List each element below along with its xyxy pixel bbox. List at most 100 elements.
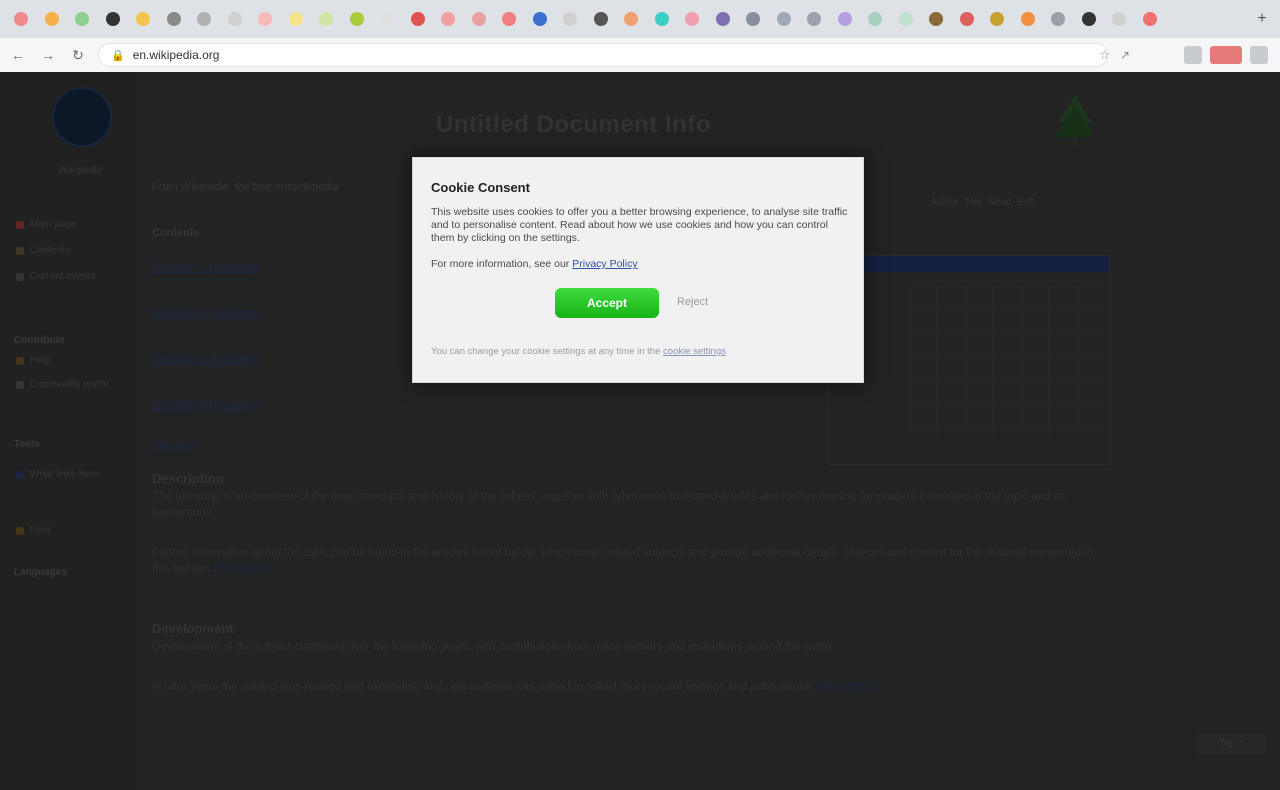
browser-tab[interactable]	[891, 4, 922, 34]
browser-tab[interactable]	[708, 4, 739, 34]
tab-favicon-icon	[75, 12, 90, 26]
tab-favicon-icon	[136, 12, 151, 26]
tab-favicon-icon	[990, 12, 1005, 26]
browser-tab[interactable]	[494, 4, 525, 34]
tab-favicon-icon	[227, 12, 242, 26]
tab-favicon-icon	[746, 12, 761, 26]
dialog-footer-text: You can change your cookie settings at a…	[431, 346, 661, 357]
browser-tab[interactable]	[1135, 4, 1166, 34]
tab-favicon-icon	[502, 12, 517, 26]
tab-favicon-icon	[197, 12, 212, 26]
tab-favicon-icon	[441, 12, 456, 26]
tab-favicon-icon	[959, 12, 974, 26]
privacy-policy-link[interactable]: Privacy Policy	[572, 258, 637, 270]
bookmark-star-icon[interactable]: ☆	[1099, 48, 1110, 62]
tab-favicon-icon	[624, 12, 639, 26]
tab-favicon-icon	[563, 12, 578, 26]
dialog-footer: You can change your cookie settings at a…	[431, 346, 849, 358]
tab-favicon-icon	[776, 12, 791, 26]
browser-tab[interactable]	[372, 4, 403, 34]
extension-icon[interactable]	[1184, 46, 1202, 64]
share-icon[interactable]: ↗	[1120, 48, 1130, 62]
url-input[interactable]	[130, 47, 1031, 63]
tab-favicon-icon	[14, 12, 29, 26]
browser-tab[interactable]	[281, 4, 312, 34]
profile-badge[interactable]	[1210, 46, 1242, 64]
tab-favicon-icon	[868, 12, 883, 26]
browser-tab[interactable]	[1013, 4, 1044, 34]
tab-favicon-icon	[258, 12, 273, 26]
browser-tab[interactable]	[128, 4, 159, 34]
browser-tab[interactable]	[98, 4, 129, 34]
browser-tab[interactable]	[433, 4, 464, 34]
tab-favicon-icon	[44, 12, 59, 26]
browser-tab[interactable]	[6, 4, 37, 34]
browser-tab[interactable]	[586, 4, 617, 34]
reject-button[interactable]: Reject	[671, 295, 714, 309]
browser-tab[interactable]	[677, 4, 708, 34]
tab-favicon-icon	[1142, 12, 1157, 26]
browser-tab[interactable]	[647, 4, 678, 34]
cookie-settings-link[interactable]: cookie settings	[663, 346, 726, 357]
tab-favicon-icon	[685, 12, 700, 26]
tab-favicon-icon	[410, 12, 425, 26]
address-actions: ☆ ↗	[1099, 48, 1130, 62]
dialog-link-prefix: For more information, see our	[431, 258, 570, 270]
tab-favicon-icon	[288, 12, 303, 26]
cookie-consent-dialog: Cookie Consent This website uses cookies…	[412, 157, 864, 383]
browser-tab[interactable]	[159, 4, 190, 34]
browser-tab[interactable]	[982, 4, 1013, 34]
browser-tab[interactable]	[555, 4, 586, 34]
tab-favicon-icon	[1112, 12, 1127, 26]
browser-tab[interactable]	[67, 4, 98, 34]
forward-icon[interactable]: →	[36, 43, 60, 67]
new-tab-button[interactable]: +	[1252, 9, 1272, 29]
browser-tab[interactable]	[220, 4, 251, 34]
browser-tab[interactable]	[403, 4, 434, 34]
browser-tab[interactable]	[1043, 4, 1074, 34]
browser-tab[interactable]	[616, 4, 647, 34]
tab-favicon-icon	[898, 12, 913, 26]
browser-tab[interactable]	[311, 4, 342, 34]
browser-tab[interactable]	[830, 4, 861, 34]
browser-tab[interactable]	[189, 4, 220, 34]
browser-tab[interactable]	[250, 4, 281, 34]
browser-tab[interactable]	[769, 4, 800, 34]
browser-tab[interactable]	[464, 4, 495, 34]
reload-icon[interactable]: ↻	[66, 43, 90, 67]
browser-tab[interactable]	[860, 4, 891, 34]
menu-icon[interactable]	[1250, 46, 1268, 64]
browser-toolbar: ← → ↻ 🔒 ☆ ↗	[0, 38, 1280, 72]
browser-chrome: + ← → ↻ 🔒 ☆ ↗	[0, 0, 1280, 72]
tab-favicon-icon	[807, 12, 822, 26]
dialog-body: This website uses cookies to offer you a…	[431, 206, 848, 244]
browser-tab[interactable]	[738, 4, 769, 34]
browser-tab[interactable]	[37, 4, 68, 34]
browser-tab[interactable]	[1104, 4, 1135, 34]
back-icon[interactable]: ←	[6, 43, 30, 67]
tab-favicon-icon	[1051, 12, 1066, 26]
extensions-area	[1184, 46, 1268, 64]
address-bar[interactable]: 🔒	[98, 43, 1108, 67]
tab-favicon-icon	[837, 12, 852, 26]
tab-favicon-icon	[715, 12, 730, 26]
accept-button[interactable]: Accept	[555, 288, 659, 318]
tab-favicon-icon	[105, 12, 120, 26]
browser-tab[interactable]	[921, 4, 952, 34]
tab-favicon-icon	[1020, 12, 1035, 26]
dialog-title: Cookie Consent	[431, 180, 530, 195]
browser-tab[interactable]	[342, 4, 373, 34]
tab-favicon-icon	[349, 12, 364, 26]
browser-tab[interactable]	[1074, 4, 1105, 34]
lock-icon: 🔒	[111, 49, 125, 62]
browser-tab[interactable]	[799, 4, 830, 34]
browser-tab[interactable]	[525, 4, 556, 34]
tab-favicon-icon	[380, 12, 395, 26]
tab-favicon-icon	[654, 12, 669, 26]
dialog-link-line: For more information, see our Privacy Po…	[431, 258, 849, 270]
tab-favicon-icon	[471, 12, 486, 26]
browser-tab[interactable]	[952, 4, 983, 34]
tab-favicon-icon	[929, 12, 944, 26]
tab-favicon-icon	[1081, 12, 1096, 26]
tab-strip	[0, 0, 1280, 38]
